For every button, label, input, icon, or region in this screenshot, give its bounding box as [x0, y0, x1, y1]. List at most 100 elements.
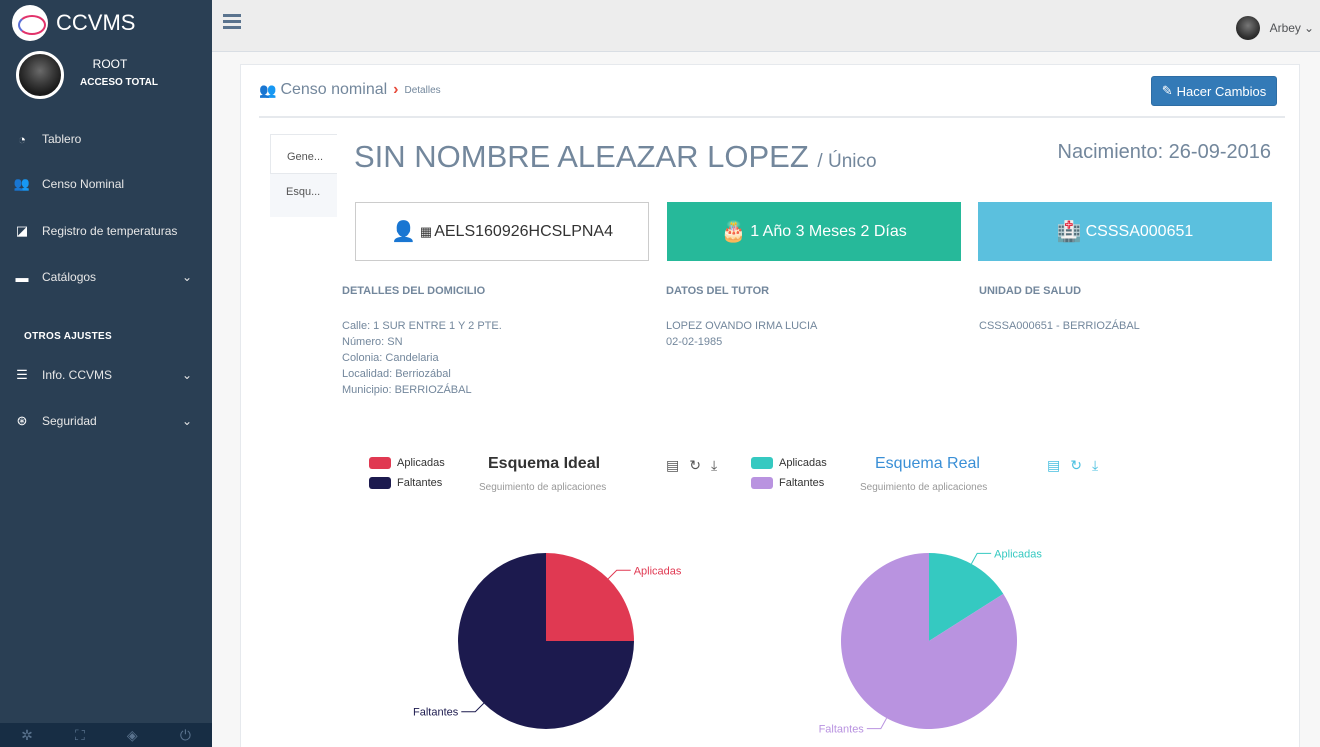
- user-menu[interactable]: Arbey ⌄: [1235, 16, 1314, 40]
- profile-role: ROOT: [92, 57, 128, 71]
- chart-real-toolbox: ▤ ↻ ⤓: [1047, 457, 1098, 474]
- breadcrumb-sub: Detalles: [404, 84, 441, 96]
- eye-slash-icon[interactable]: ◈: [127, 727, 138, 744]
- sidebar-item-label: Catálogos: [42, 270, 97, 284]
- chart-real-pie: Aplicadas Faltantes: [819, 548, 1043, 735]
- qrcode-icon: ▦: [419, 223, 433, 239]
- app-root: CCVMS ROOT ACCESO TOTAL ◔ Tablero 👥 Cens…: [0, 0, 1320, 747]
- sidebar-item-info-ccvms[interactable]: ☰ Info. CCVMS ⌄: [0, 363, 212, 387]
- dashboard-icon: ◔: [18, 131, 26, 147]
- main-panel: 👥 Censo nominal › Detalles ✎ Hacer Cambi…: [240, 64, 1300, 747]
- detail-line: CSSSA000651 - BERRIOZÁBAL: [979, 320, 1140, 332]
- chevron-right-icon: ›: [393, 81, 399, 98]
- legend-label: Faltantes: [779, 477, 825, 489]
- legend-swatch: [751, 457, 773, 469]
- accessibility-icon: ⊛: [16, 413, 28, 428]
- detail-line: Calle: 1 SUR ENTRE 1 Y 2 PTE.: [342, 320, 502, 332]
- edit-icon: ✎: [1161, 83, 1173, 98]
- detail-line: LOPEZ OVANDO IRMA LUCIA: [666, 320, 818, 332]
- legend-item[interactable]: Faltantes: [751, 473, 827, 493]
- tab-esquema[interactable]: Esqu...: [270, 174, 337, 217]
- sidebar: CCVMS ROOT ACCESO TOTAL ◔ Tablero 👥 Cens…: [0, 0, 212, 747]
- section-label: OTROS AJUSTES: [24, 331, 112, 342]
- chevron-down-icon: ⌄: [181, 270, 192, 284]
- drawer-icon: ▬: [15, 269, 29, 285]
- sidebar-item-registro-temperaturas[interactable]: ◪ Registro de temperaturas: [0, 219, 212, 243]
- sidebar-item-tablero[interactable]: ◔ Tablero: [0, 127, 212, 151]
- age-card: 🎂 1 Año 3 Meses 2 Días: [667, 202, 961, 261]
- sidebar-item-catalogos[interactable]: ▬ Catálogos ⌄: [0, 265, 212, 289]
- pie-label: Aplicadas: [634, 565, 682, 577]
- chart-ideal-legend: Aplicadas Faltantes: [369, 453, 445, 493]
- chevron-down-icon: ⌄: [181, 414, 192, 428]
- menu-toggle-icon[interactable]: [223, 14, 241, 30]
- data-view-icon[interactable]: ▤: [666, 457, 679, 474]
- refresh-icon[interactable]: ↻: [689, 457, 701, 474]
- legend-item[interactable]: Aplicadas: [751, 453, 827, 473]
- person-icon: 👤: [391, 221, 416, 243]
- edit-button[interactable]: ✎ Hacer Cambios: [1151, 76, 1277, 106]
- legend-item[interactable]: Aplicadas: [369, 453, 445, 473]
- detail-line: Colonia: Candelaria: [342, 352, 439, 364]
- settings-icon[interactable]: ✲: [21, 727, 33, 744]
- clues-card: 🏥 CSSSA000651: [978, 202, 1272, 261]
- pie-slice-aplicadas[interactable]: [546, 553, 634, 641]
- pie-label: Aplicadas: [994, 548, 1042, 560]
- sidebar-item-censo-nominal[interactable]: 👥 Censo Nominal: [0, 172, 212, 196]
- clues-value: CSSSA000651: [1085, 222, 1194, 240]
- sidebar-item-seguridad[interactable]: ⊛ Seguridad ⌄: [0, 409, 212, 433]
- brand[interactable]: CCVMS: [0, 0, 212, 45]
- domicilio-title: DETALLES DEL DOMICILIO: [342, 285, 486, 297]
- refresh-icon[interactable]: ↻: [1070, 457, 1082, 474]
- curp-card: 👤 ▦ AELS160926HCSLPNA4: [355, 202, 649, 261]
- sidebar-item-label: Censo Nominal: [42, 177, 125, 191]
- brand-logo-icon: [12, 4, 48, 41]
- curp-value: AELS160926HCSLPNA4: [434, 222, 613, 240]
- fullscreen-icon[interactable]: ⛶: [75, 727, 85, 744]
- person-name-suffix: / Único: [817, 151, 877, 172]
- breadcrumb-main[interactable]: Censo nominal: [280, 81, 387, 99]
- sidebar-item-label: Seguridad: [42, 414, 97, 428]
- legend-swatch: [751, 477, 773, 489]
- edit-button-label: Hacer Cambios: [1176, 83, 1267, 99]
- legend-label: Aplicadas: [779, 457, 827, 469]
- person-name-text: SIN NOMBRE ALEAZAR LOPEZ: [354, 139, 809, 174]
- pie-label: Faltantes: [413, 707, 459, 719]
- legend-swatch: [369, 457, 391, 469]
- top-bar: Arbey ⌄: [212, 0, 1320, 52]
- sidebar-item-label: Tablero: [42, 132, 82, 146]
- domicilio-details: Calle: 1 SUR ENTRE 1 Y 2 PTE. Número: SN…: [342, 318, 502, 398]
- pie-label-line: [970, 552, 992, 565]
- sidebar-item-label: Info. CCVMS: [42, 368, 113, 382]
- legend-label: Aplicadas: [397, 457, 445, 469]
- pie-label-line: [866, 717, 888, 730]
- legend-item[interactable]: Faltantes: [369, 473, 445, 493]
- age-value: 1 Año 3 Meses 2 Días: [750, 222, 907, 240]
- power-icon[interactable]: ⏻: [180, 727, 191, 744]
- legend-swatch: [369, 477, 391, 489]
- download-icon[interactable]: ⤓: [711, 457, 717, 474]
- chevron-down-icon: ⌄: [1303, 21, 1314, 35]
- brand-name: CCVMS: [56, 9, 136, 35]
- sidebar-footer: ✲ ⛶ ◈ ⏻: [0, 723, 212, 747]
- pie-label-line: [461, 702, 485, 713]
- hospital-icon: 🏥: [1056, 221, 1082, 243]
- chart-real-legend: Aplicadas Faltantes: [751, 453, 827, 493]
- pie-label-line: [607, 569, 631, 580]
- tutor-details: LOPEZ OVANDO IRMA LUCIA 02-02-1985: [666, 318, 817, 350]
- user-name: Arbey: [1269, 21, 1301, 35]
- detail-line: Localidad: Berriozábal: [342, 368, 451, 380]
- chart-ideal-toolbox: ▤ ↻ ⤓: [666, 457, 717, 474]
- unidad-title: UNIDAD DE SALUD: [979, 285, 1082, 297]
- chart-ideal-pie: Aplicadas Faltantes: [413, 553, 682, 729]
- divider: [259, 116, 1285, 118]
- detail-line: Municipio: BERRIOZÁBAL: [342, 384, 472, 396]
- chart-ideal-title: Esquema Ideal: [488, 455, 601, 472]
- chevron-down-icon: ⌄: [181, 368, 192, 382]
- tab-general[interactable]: Gene...: [270, 134, 337, 174]
- download-icon[interactable]: ⤓: [1092, 457, 1098, 474]
- server-icon: ☰: [16, 367, 28, 382]
- data-view-icon[interactable]: ▤: [1047, 457, 1060, 474]
- share-icon: ◪: [15, 223, 29, 238]
- chart-ideal-subtitle: Seguimiento de aplicaciones: [479, 482, 607, 493]
